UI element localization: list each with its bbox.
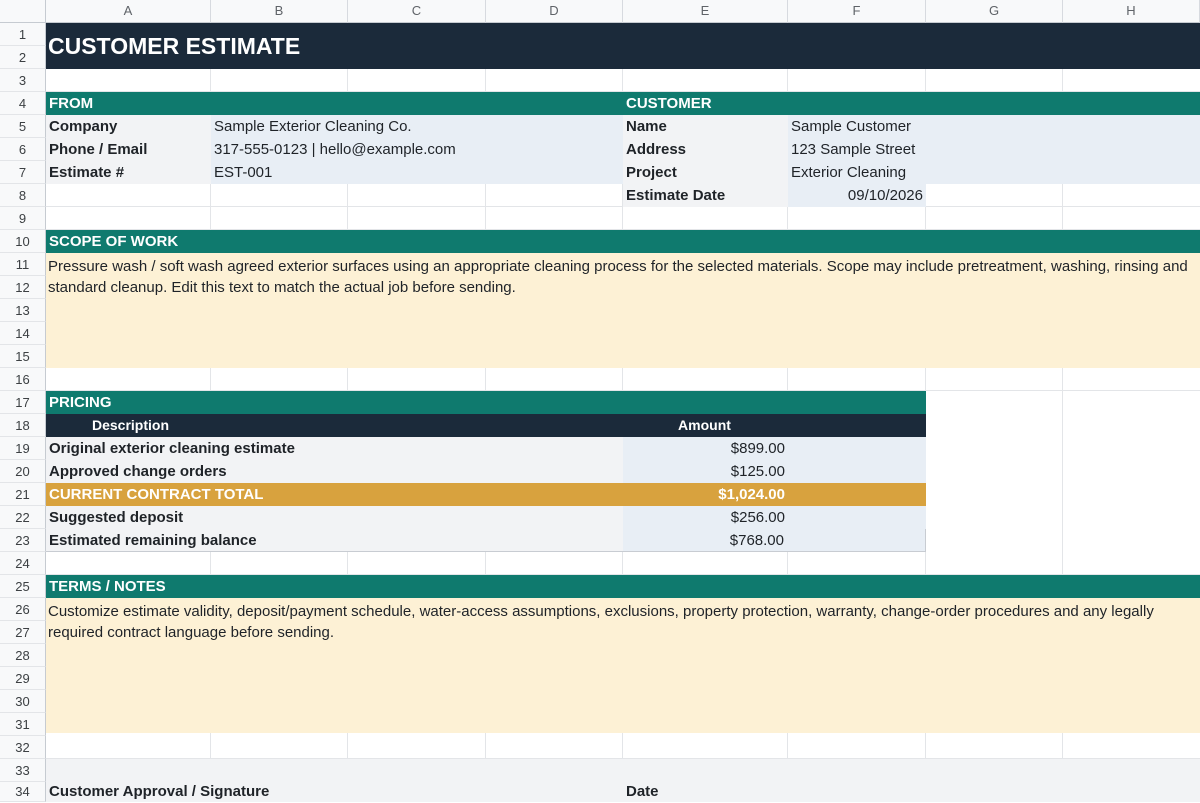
row-header-17[interactable]: 17: [0, 391, 46, 414]
row-header-6[interactable]: 6: [0, 138, 46, 161]
row-header-29[interactable]: 29: [0, 667, 46, 690]
signature-label[interactable]: Customer Approval / Signature: [46, 780, 623, 803]
from-value-estimate-number[interactable]: EST-001: [211, 161, 623, 184]
row-header-2[interactable]: 2: [0, 46, 46, 69]
scope-text[interactable]: Pressure wash / soft wash agreed exterio…: [46, 253, 1200, 368]
row-header-22[interactable]: 22: [0, 506, 46, 529]
row-header-27[interactable]: 27: [0, 621, 46, 644]
customer-value-estimate-date[interactable]: 09/10/2026: [788, 184, 926, 207]
date-label[interactable]: Date: [623, 780, 788, 803]
pricing-col-amount[interactable]: Amount: [623, 414, 926, 437]
pricing-total-amount[interactable]: $1,024.00: [623, 483, 926, 506]
from-label-company[interactable]: Company: [46, 115, 211, 138]
terms-text[interactable]: Customize estimate validity, deposit/pay…: [46, 598, 1200, 733]
row-header-13[interactable]: 13: [0, 299, 46, 322]
row-header-10[interactable]: 10: [0, 230, 46, 253]
customer-value-address[interactable]: 123 Sample Street: [788, 138, 1200, 161]
pricing-row-amount[interactable]: $256.00: [623, 506, 926, 529]
row-header-11[interactable]: 11: [0, 253, 46, 276]
from-label-estimate-number[interactable]: Estimate #: [46, 161, 211, 184]
pricing-row-description[interactable]: Original exterior cleaning estimate: [46, 437, 623, 460]
column-header-d[interactable]: D: [486, 0, 623, 23]
row-header-20[interactable]: 20: [0, 460, 46, 483]
column-header-g[interactable]: G: [926, 0, 1063, 23]
from-label-phone-email[interactable]: Phone / Email: [46, 138, 211, 161]
customer-header[interactable]: CUSTOMER: [623, 92, 1200, 115]
terms-header[interactable]: TERMS / NOTES: [46, 575, 1200, 598]
column-header-a[interactable]: A: [46, 0, 211, 23]
column-header-b[interactable]: B: [211, 0, 348, 23]
row-header-1[interactable]: 1: [0, 23, 46, 46]
row-header-14[interactable]: 14: [0, 322, 46, 345]
customer-label-estimate-date[interactable]: Estimate Date: [623, 184, 788, 207]
row-header-3[interactable]: 3: [0, 69, 46, 92]
row-header-16[interactable]: 16: [0, 368, 46, 391]
row-header-15[interactable]: 15: [0, 345, 46, 368]
row-header-18[interactable]: 18: [0, 414, 46, 437]
row-header-23[interactable]: 23: [0, 529, 46, 552]
pricing-row-description[interactable]: Estimated remaining balance: [46, 529, 623, 552]
row-header-33[interactable]: 33: [0, 759, 46, 782]
column-header-e[interactable]: E: [623, 0, 788, 23]
column-header-f[interactable]: F: [788, 0, 926, 23]
customer-label-address[interactable]: Address: [623, 138, 788, 161]
pricing-header[interactable]: PRICING: [46, 391, 926, 414]
row-header-8[interactable]: 8: [0, 184, 46, 207]
customer-value-project[interactable]: Exterior Cleaning: [788, 161, 1200, 184]
row-header-28[interactable]: 28: [0, 644, 46, 667]
row-header-32[interactable]: 32: [0, 736, 46, 759]
customer-label-project[interactable]: Project: [623, 161, 788, 184]
pricing-row-amount[interactable]: $125.00: [623, 460, 926, 483]
row-header-4[interactable]: 4: [0, 92, 46, 115]
pricing-col-description[interactable]: Description: [46, 414, 623, 437]
from-value-company[interactable]: Sample Exterior Cleaning Co.: [211, 115, 623, 138]
row-header-30[interactable]: 30: [0, 690, 46, 713]
row-header-9[interactable]: 9: [0, 207, 46, 230]
row-header-7[interactable]: 7: [0, 161, 46, 184]
column-header-c[interactable]: C: [348, 0, 486, 23]
row-header-31[interactable]: 31: [0, 713, 46, 736]
from-value-phone-email[interactable]: 317-555-0123 | hello@example.com: [211, 138, 623, 161]
scope-header[interactable]: SCOPE OF WORK: [46, 230, 1200, 253]
row-header-25[interactable]: 25: [0, 575, 46, 598]
row-header-21[interactable]: 21: [0, 483, 46, 506]
customer-label-name[interactable]: Name: [623, 115, 788, 138]
row-header-24[interactable]: 24: [0, 552, 46, 575]
pricing-row-description[interactable]: Suggested deposit: [46, 506, 623, 529]
pricing-row-amount[interactable]: $768.00: [623, 529, 926, 552]
from-header[interactable]: FROM: [46, 92, 623, 115]
pricing-row-amount[interactable]: $899.00: [623, 437, 926, 460]
customer-value-name[interactable]: Sample Customer: [788, 115, 1200, 138]
row-header-34[interactable]: 34: [0, 782, 46, 802]
row-header-5[interactable]: 5: [0, 115, 46, 138]
row-header-19[interactable]: 19: [0, 437, 46, 460]
pricing-row-description[interactable]: Approved change orders: [46, 460, 623, 483]
page-title[interactable]: CUSTOMER ESTIMATE: [46, 23, 1200, 69]
column-header-h[interactable]: H: [1063, 0, 1200, 23]
row-header-26[interactable]: 26: [0, 598, 46, 621]
row-header-12[interactable]: 12: [0, 276, 46, 299]
pricing-total-label[interactable]: CURRENT CONTRACT TOTAL: [46, 483, 623, 506]
select-all-corner[interactable]: [0, 0, 46, 23]
